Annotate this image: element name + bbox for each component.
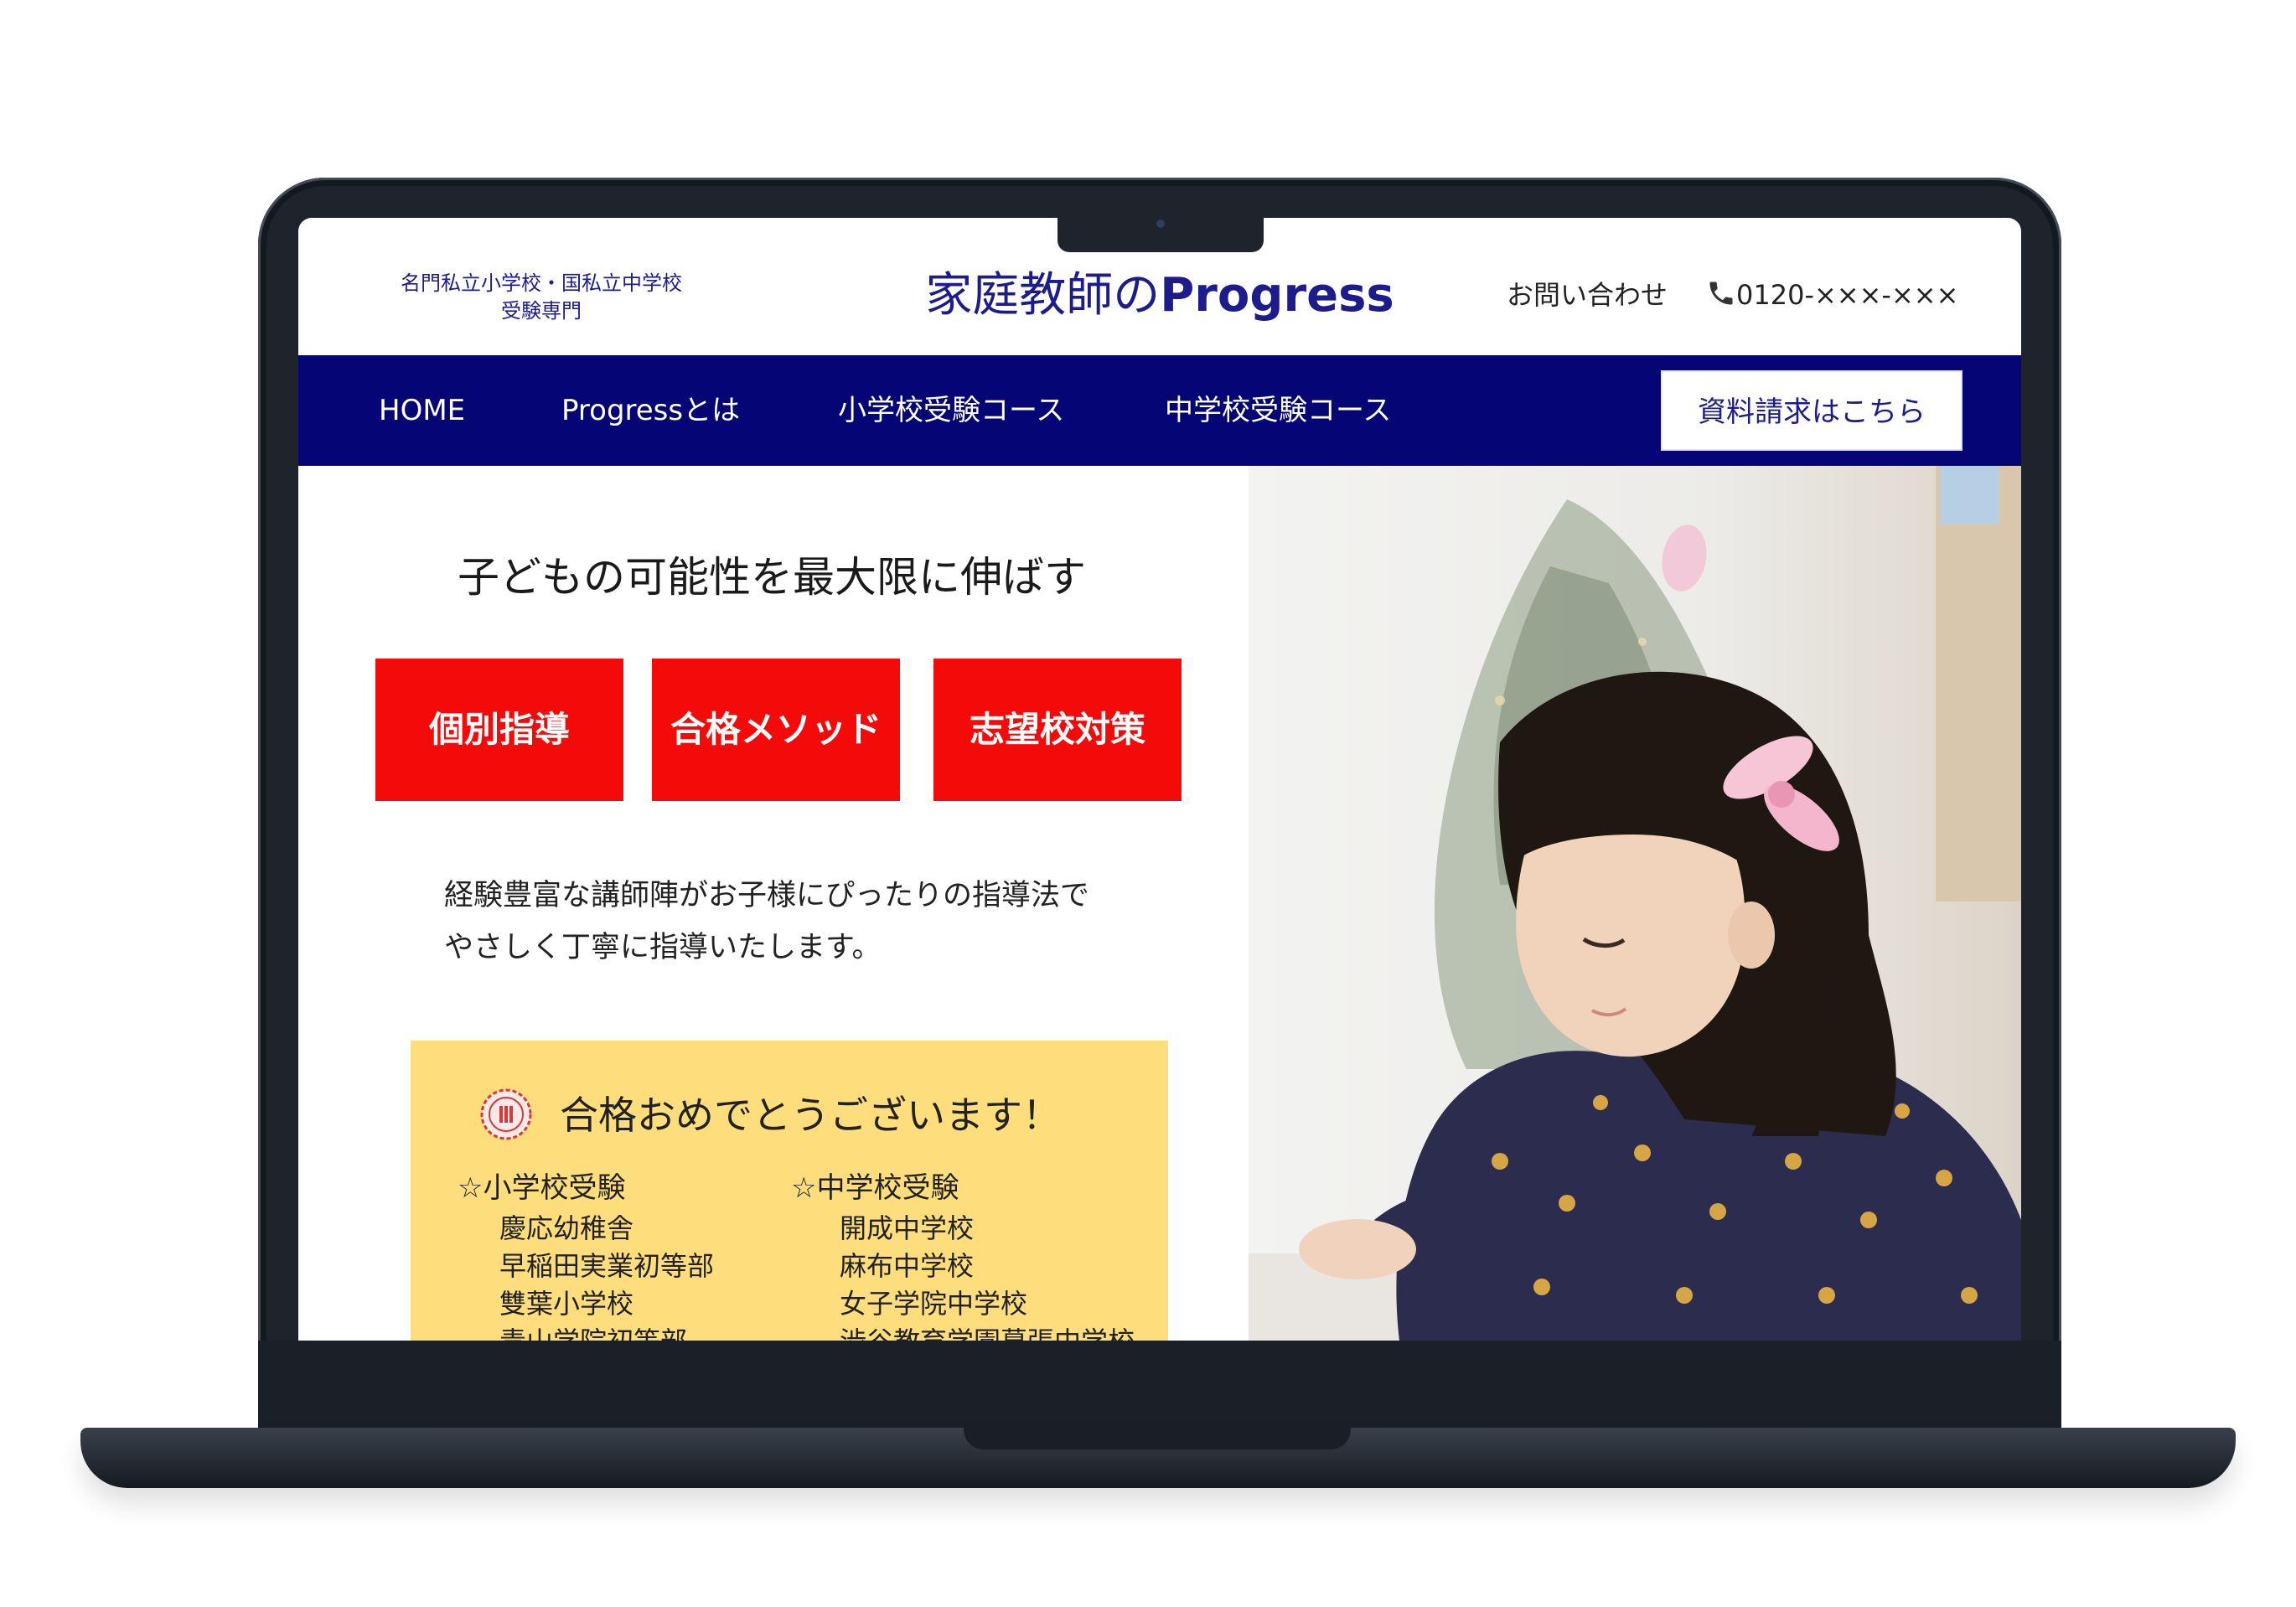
junior-high-heading: ☆中学校受験 — [791, 1171, 959, 1205]
nav-item-home[interactable]: HOME — [379, 394, 465, 427]
laptop-screen: 名門私立小学校・国私立中学校 受験専門 家庭教師のProgress お問い合わせ… — [298, 218, 2021, 1341]
elementary-heading: ☆小学校受験 — [458, 1171, 626, 1205]
nav-item-junior-high-course[interactable]: 中学校受験コース — [1165, 394, 1391, 427]
request-materials-button[interactable]: 資料請求はこちら — [1661, 370, 1962, 451]
congrats-box: 合格おめでとうございます！ ☆小学校受験 慶応幼稚舎 早稲田実業初等部 雙葉小学… — [411, 1041, 1168, 1341]
school-item: 雙葉小学校 — [499, 1288, 634, 1320]
hero-headline: 子どもの可能性を最大限に伸ばす — [458, 553, 1086, 602]
laptop-bottom-bezel — [258, 1341, 2061, 1434]
hero-description: 経験豊富な講師陣がお子様にぴったりの指導法で やさしく丁寧に指導いたします。 — [444, 870, 1182, 974]
tagline-line-2: 受験専門 — [501, 299, 582, 323]
site-logo[interactable]: 家庭教師のProgress — [892, 266, 1428, 325]
hero-photo — [1249, 466, 2021, 1341]
main-nav: HOME Progressとは 小学校受験コース 中学校受験コース 資料請求はこ… — [298, 355, 2021, 466]
school-item: 開成中学校 — [840, 1212, 975, 1244]
school-item: 渋谷教育学園幕張中学校 — [840, 1323, 1135, 1341]
girl-studying-photo — [1249, 466, 2021, 1341]
hero-content: 子どもの可能性を最大限に伸ばす 個別指導 合格メソッド 志望校対策 経験豊富な講… — [298, 466, 1249, 1341]
school-item: 女子学院中学校 — [840, 1288, 1028, 1320]
feature-pass-method: 合格メソッド — [652, 659, 900, 801]
description-line-1: 経験豊富な講師陣がお子様にぴったりの指導法で — [444, 879, 1090, 912]
congrats-title: 合格おめでとうございます！ — [560, 1093, 1061, 1138]
feature-individual-guidance: 個別指導 — [375, 659, 623, 801]
tagline: 名門私立小学校・国私立中学校 受験専門 — [365, 270, 717, 325]
brand-en: Progress — [1160, 268, 1394, 323]
phone-number[interactable]: 0120-×××-××× — [1736, 276, 1958, 313]
nav-item-elementary-course[interactable]: 小学校受験コース — [838, 394, 1064, 427]
school-item: 青山学院初等部 — [499, 1323, 714, 1341]
junior-high-results: ☆中学校受験 開成中学校 麻布中学校 女子学院中学校 渋谷教育学園幕張中学校 — [791, 1166, 1135, 1341]
school-item: 早稲田実業初等部 — [499, 1250, 715, 1282]
brand-jp: 家庭教師の — [925, 268, 1161, 323]
tagline-line-1: 名門私立小学校・国私立中学校 — [401, 271, 682, 295]
description-line-2: やさしく丁寧に指導いたします。 — [444, 931, 882, 964]
school-item: 慶応幼稚舎 — [499, 1212, 634, 1244]
phone-icon — [1709, 282, 1733, 305]
laptop-base-groove — [964, 1428, 1351, 1449]
contact-link[interactable]: お問い合わせ — [1507, 276, 1668, 313]
feature-target-school: 志望校対策 — [933, 659, 1182, 801]
seal-icon — [480, 1088, 532, 1140]
nav-item-about[interactable]: Progressとは — [561, 394, 740, 427]
school-item: 麻布中学校 — [840, 1250, 975, 1282]
camera-icon — [1156, 220, 1165, 228]
elementary-results: ☆小学校受験 慶応幼稚舎 早稲田実業初等部 雙葉小学校 青山学院初等部 — [458, 1166, 714, 1341]
